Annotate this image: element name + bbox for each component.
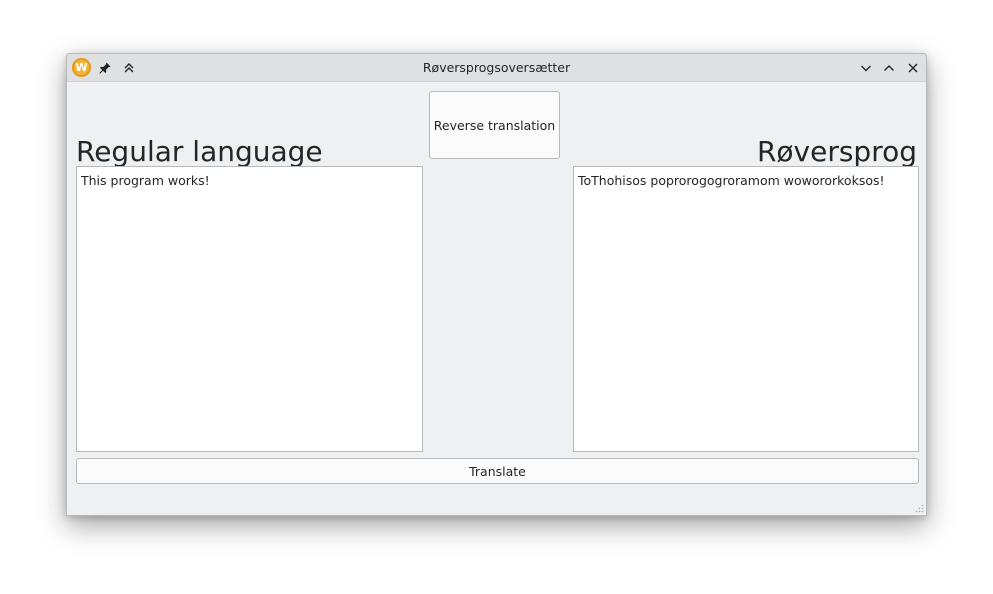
close-icon[interactable] [902,57,924,79]
main-content: Regular language Reverse translation Røv… [67,82,926,515]
input-text-area[interactable]: This program works! [76,166,423,452]
app-window: W Røversprogsoversætter Regular language… [66,53,927,516]
title-bar[interactable]: W Røversprogsoversætter [67,54,926,82]
regular-language-heading: Regular language [76,135,323,168]
window-title: Røversprogsoversætter [422,60,571,75]
reverse-translation-button[interactable]: Reverse translation [429,91,560,159]
resize-grip-icon[interactable] [914,503,924,513]
output-text-area[interactable]: ToThohisos poprorogogroramom wowororkoks… [573,166,919,452]
chevron-down-icon[interactable] [855,57,877,79]
desktop: W Røversprogsoversætter Regular language… [0,0,993,594]
translate-button[interactable]: Translate [76,458,919,484]
roversprog-heading: Røversprog [756,135,917,168]
chevron-up-icon[interactable] [878,57,900,79]
